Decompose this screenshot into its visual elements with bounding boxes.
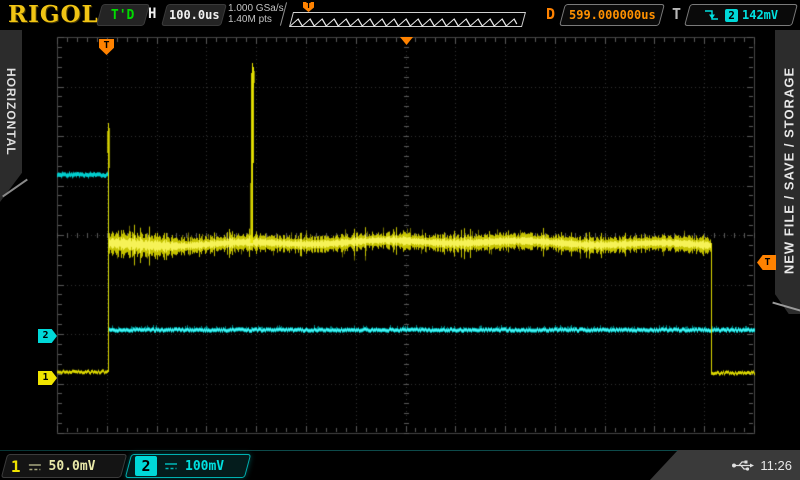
trigger-readout[interactable]: 2 142mV xyxy=(684,4,798,26)
memory-position-bar xyxy=(289,12,526,27)
delay-readout[interactable]: 599.000000us xyxy=(559,4,665,26)
ch1-badge: 1 xyxy=(11,457,21,476)
horizontal-menu-label[interactable]: H xyxy=(148,6,156,22)
trigger-level-value: 142mV xyxy=(742,8,778,22)
usb-icon xyxy=(731,459,755,472)
sample-rate: 1.000 GSa/s xyxy=(228,3,288,14)
trigger-status-badge: T'D xyxy=(96,4,150,26)
timebase-value: 100.0us xyxy=(169,8,220,22)
delay-label: D xyxy=(546,5,555,23)
channel-status-bar: 1 50.0mV 2 100mV xyxy=(0,450,800,480)
trigger-label: T xyxy=(672,5,681,23)
memory-waveform-icon xyxy=(290,17,522,28)
delay-value: 599.000000us xyxy=(569,8,656,22)
tab-storage-menu[interactable]: NEW FILE / SAVE / STORAGE xyxy=(775,30,800,314)
graticule-canvas xyxy=(0,0,800,480)
trigger-source-badge: 2 xyxy=(725,9,738,22)
ch2-scale-value: 100mV xyxy=(185,459,224,474)
ch1-status-box[interactable]: 1 50.0mV xyxy=(1,454,127,478)
oscilloscope-screen: RIGOL T'D H 100.0us 1.000 GSa/s 1.40M pt… xyxy=(0,0,800,480)
clock: 11:26 xyxy=(760,458,792,473)
falling-edge-icon xyxy=(703,8,721,22)
ch2-badge: 2 xyxy=(135,456,157,476)
top-status-bar: RIGOL T'D H 100.0us 1.000 GSa/s 1.40M pt… xyxy=(0,0,800,30)
ch2-status-box[interactable]: 2 100mV xyxy=(125,454,251,478)
system-status-area: 11:26 xyxy=(650,450,800,480)
memory-depth: 1.40M pts xyxy=(228,14,288,25)
tab-storage-label: NEW FILE / SAVE / STORAGE xyxy=(782,53,797,289)
ch1-scale-value: 50.0mV xyxy=(49,459,96,474)
ch1-dc-coupling-icon xyxy=(28,460,42,472)
ch2-dc-coupling-icon xyxy=(164,460,178,472)
acquisition-info: 1.000 GSa/s 1.40M pts xyxy=(228,3,288,25)
timebase-readout[interactable]: 100.0us xyxy=(161,4,227,26)
tab-horizontal-label: HORIZONTAL xyxy=(4,68,18,158)
brand-logo: RIGOL xyxy=(8,1,99,28)
trigger-status-label: T'D xyxy=(111,8,134,23)
tab-horizontal-menu[interactable]: HORIZONTAL xyxy=(0,30,22,202)
memory-trigger-marker[interactable]: T xyxy=(303,2,314,12)
